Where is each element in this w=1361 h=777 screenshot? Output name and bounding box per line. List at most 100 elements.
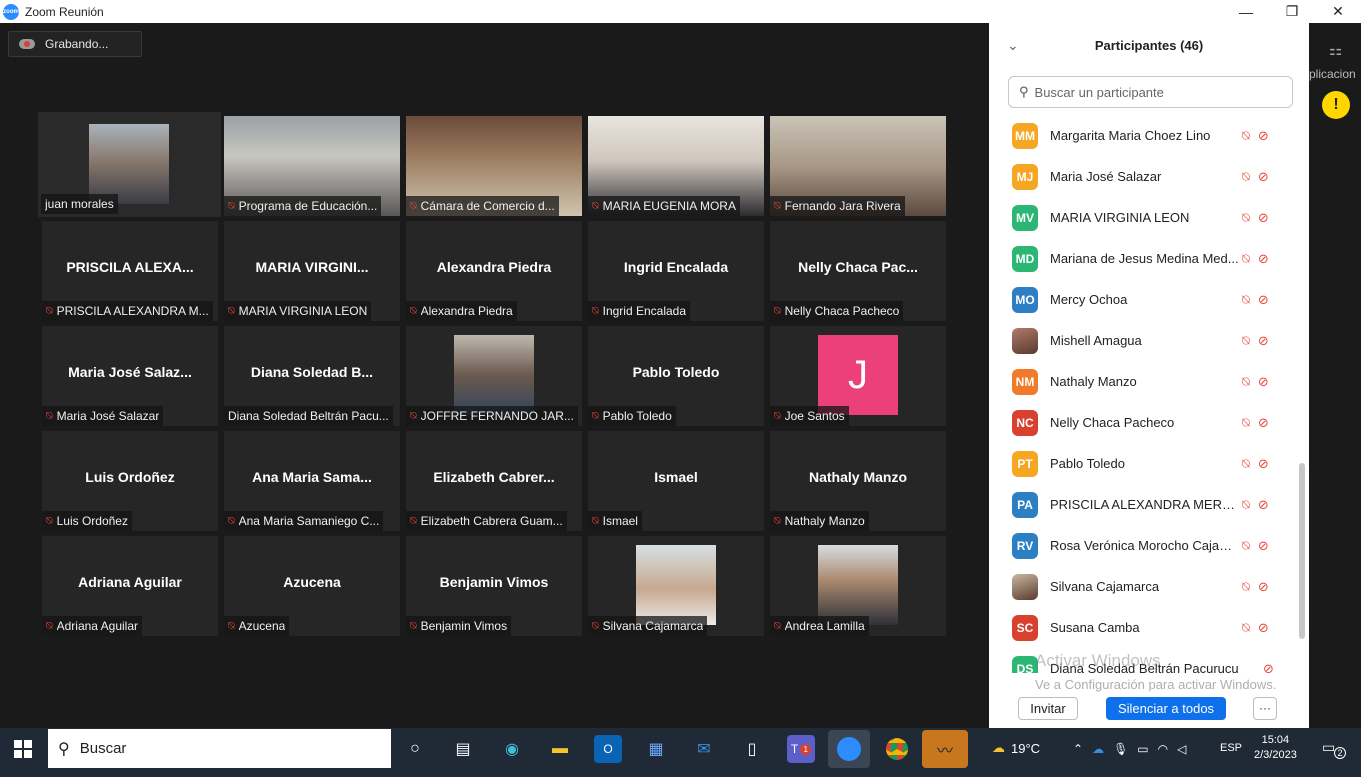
video-tile[interactable]: Ismael ⍉ Ismael	[588, 431, 764, 531]
video-off-icon[interactable]: ⊘	[1258, 128, 1269, 144]
battery-icon[interactable]: ▭	[1137, 742, 1148, 756]
video-off-icon[interactable]: ⊘	[1258, 456, 1269, 472]
participant-row[interactable]: MO Mercy Ochoa ⍉ ⊘	[989, 279, 1299, 320]
video-tile[interactable]: Maria José Salaz... ⍉ Maria José Salazar	[42, 326, 218, 426]
notifications-icon[interactable]: ▭ 2	[1322, 739, 1346, 759]
zoom-taskbar-icon[interactable]	[828, 730, 870, 768]
recording-indicator[interactable]: Grabando...	[8, 31, 142, 57]
mic-muted-icon[interactable]: ⍉	[1242, 620, 1250, 636]
video-tile[interactable]: ⍉ Programa de Educación...	[224, 116, 400, 216]
mute-all-button[interactable]: Silenciar a todos	[1106, 696, 1226, 720]
video-tile[interactable]: Adriana Aguilar ⍉ Adriana Aguilar	[42, 536, 218, 636]
video-off-icon[interactable]: ⊘	[1258, 374, 1269, 390]
video-tile[interactable]: PRISCILA ALEXA... ⍉ PRISCILA ALEXANDRA M..…	[42, 221, 218, 321]
document-icon[interactable]: ▯	[738, 735, 766, 763]
microphone-icon[interactable]: 🎙	[1113, 742, 1128, 756]
video-tile[interactable]: Luis Ordoñez ⍉ Luis Ordoñez	[42, 431, 218, 531]
mic-muted-icon[interactable]: ⍉	[1242, 415, 1250, 431]
video-off-icon[interactable]: ⊘	[1258, 292, 1269, 308]
participant-row[interactable]: NM Nathaly Manzo ⍉ ⊘	[989, 361, 1299, 402]
file-explorer-icon[interactable]: ▬	[546, 735, 574, 763]
video-tile[interactable]: Ingrid Encalada ⍉ Ingrid Encalada	[588, 221, 764, 321]
taskbar-search-input[interactable]: ⚲ Buscar	[48, 729, 391, 768]
video-tile[interactable]: MARIA VIRGINI... ⍉ MARIA VIRGINIA LEON	[224, 221, 400, 321]
mic-muted-icon[interactable]: ⍉	[1242, 456, 1250, 472]
participant-row[interactable]: PA PRISCILA ALEXANDRA MERCHA... ⍉ ⊘	[989, 484, 1299, 525]
participant-row[interactable]: Mishell Amagua ⍉ ⊘	[989, 320, 1299, 361]
mic-muted-icon[interactable]: ⍉	[1242, 210, 1250, 226]
cortana-icon[interactable]: ○	[401, 735, 429, 763]
mic-muted-icon[interactable]: ⍉	[1242, 579, 1250, 595]
video-off-icon[interactable]: ⊘	[1258, 210, 1269, 226]
video-tile[interactable]: ⍉ Fernando Jara Rivera	[770, 116, 946, 216]
mic-muted-icon[interactable]: ⍉	[1242, 128, 1250, 144]
participant-row[interactable]: MJ Maria José Salazar ⍉ ⊘	[989, 156, 1299, 197]
clock[interactable]: 15:04 2/3/2023	[1254, 733, 1297, 763]
more-options-button[interactable]: ···	[1253, 696, 1277, 720]
mic-muted-icon[interactable]: ⍉	[1242, 497, 1250, 513]
mic-muted-icon[interactable]: ⍉	[1242, 169, 1250, 185]
participant-list-scrollbar[interactable]	[1299, 463, 1305, 639]
video-tile[interactable]: ⍉ Silvana Cajamarca	[588, 536, 764, 636]
video-tile[interactable]: Elizabeth Cabrer... ⍉ Elizabeth Cabrera Gu…	[406, 431, 582, 531]
participant-row[interactable]: MM Margarita Maria Choez Lino ⍉ ⊘	[989, 115, 1299, 156]
volume-icon[interactable]: ◁	[1177, 742, 1186, 756]
chrome-icon[interactable]	[883, 735, 911, 763]
participant-row[interactable]: MD Mariana de Jesus Medina Med... ⍉ ⊘	[989, 238, 1299, 279]
video-tile[interactable]: juan morales	[38, 112, 221, 217]
video-tile[interactable]: Benjamin Vimos ⍉ Benjamin Vimos	[406, 536, 582, 636]
video-off-icon[interactable]: ⊘	[1258, 579, 1269, 595]
video-off-icon[interactable]: ⊘	[1258, 620, 1269, 636]
participant-row[interactable]: RV Rosa Verónica Morocho Cajam... ⍉ ⊘	[989, 525, 1299, 566]
store-icon[interactable]: ▦	[642, 735, 670, 763]
windows-start-icon[interactable]	[14, 740, 32, 758]
mic-muted-icon[interactable]: ⍉	[1242, 251, 1250, 267]
language-indicator[interactable]: ESP	[1220, 742, 1242, 754]
waves-app-icon[interactable]: 〰	[922, 730, 968, 768]
close-button[interactable]: ✕	[1315, 3, 1361, 20]
video-off-icon[interactable]: ⊘	[1258, 251, 1269, 267]
participant-row[interactable]: MV MARIA VIRGINIA LEON ⍉ ⊘	[989, 197, 1299, 238]
mail-icon[interactable]: ✉	[690, 735, 718, 763]
chevron-up-icon[interactable]: ⌃	[1073, 742, 1083, 756]
invite-button[interactable]: Invitar	[1018, 696, 1078, 720]
task-view-icon[interactable]: ▤	[449, 735, 477, 763]
outlook-icon[interactable]: O	[594, 735, 622, 763]
apps-icon[interactable]: ⚏	[1329, 41, 1342, 59]
video-off-icon[interactable]: ⊘	[1258, 538, 1269, 554]
video-tile[interactable]: ⍉ JOFFRE FERNANDO JAR...	[406, 326, 582, 426]
video-tile[interactable]: Pablo Toledo ⍉ Pablo Toledo	[588, 326, 764, 426]
video-tile[interactable]: J ⍉ Joe Santos	[770, 326, 946, 426]
video-tile[interactable]: Nathaly Manzo ⍉ Nathaly Manzo	[770, 431, 946, 531]
video-off-icon[interactable]: ⊘	[1258, 333, 1269, 349]
teams-icon[interactable]: T1	[787, 735, 815, 763]
mic-muted-icon[interactable]: ⍉	[1242, 333, 1250, 349]
participant-row[interactable]: Silvana Cajamarca ⍉ ⊘	[989, 566, 1299, 607]
video-tile[interactable]: ⍉ Andrea Lamilla	[770, 536, 946, 636]
edge-icon[interactable]: ◉	[498, 735, 526, 763]
video-off-icon[interactable]: ⊘	[1258, 497, 1269, 513]
video-tile[interactable]: ⍉ MARIA EUGENIA MORA	[588, 116, 764, 216]
video-tile[interactable]: Ana Maria Sama... ⍉ Ana Maria Samaniego C.…	[224, 431, 400, 531]
chevron-down-icon[interactable]: ⌄	[1007, 37, 1019, 54]
participant-search-input[interactable]: ⚲ Buscar un participante	[1008, 76, 1293, 108]
onedrive-icon[interactable]: ☁	[1092, 742, 1104, 756]
mic-muted-icon[interactable]: ⍉	[1242, 292, 1250, 308]
participant-row[interactable]: NC Nelly Chaca Pacheco ⍉ ⊘	[989, 402, 1299, 443]
mic-muted-icon[interactable]: ⍉	[1242, 538, 1250, 554]
participant-row[interactable]: SC Susana Camba ⍉ ⊘	[989, 607, 1299, 648]
video-tile[interactable]: ⍉ Cámara de Comercio d...	[406, 116, 582, 216]
maximize-button[interactable]: ❐	[1269, 3, 1315, 20]
wifi-icon[interactable]: ◠	[1158, 742, 1168, 756]
video-tile[interactable]: Alexandra Piedra ⍉ Alexandra Piedra	[406, 221, 582, 321]
video-off-icon[interactable]: ⊘	[1258, 169, 1269, 185]
video-tile[interactable]: Diana Soledad B... Diana Soledad Beltrán …	[224, 326, 400, 426]
minimize-button[interactable]: —	[1223, 4, 1269, 20]
participant-row[interactable]: PT Pablo Toledo ⍉ ⊘	[989, 443, 1299, 484]
warning-icon[interactable]: !	[1322, 91, 1350, 119]
video-off-icon[interactable]: ⊘	[1263, 661, 1274, 674]
weather-widget[interactable]: ☁ 19°C	[992, 740, 1040, 756]
video-tile[interactable]: Azucena ⍉ Azucena	[224, 536, 400, 636]
video-tile[interactable]: Nelly Chaca Pac... ⍉ Nelly Chaca Pacheco	[770, 221, 946, 321]
mic-muted-icon[interactable]: ⍉	[1242, 374, 1250, 390]
